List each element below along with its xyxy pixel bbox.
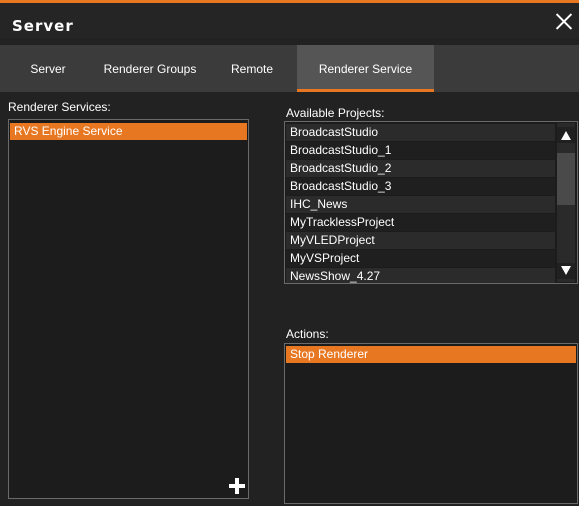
list-item[interactable]: BroadcastStudio_2 xyxy=(286,160,555,177)
tab-label: Renderer Groups xyxy=(103,62,197,76)
window-title: Server xyxy=(12,17,74,35)
scrollbar-thumb[interactable] xyxy=(557,153,575,205)
list-item[interactable]: IHC_News xyxy=(286,196,555,213)
available-projects-list[interactable]: BroadcastStudio BroadcastStudio_1 Broadc… xyxy=(284,121,578,284)
tab-label: Server xyxy=(30,62,66,76)
list-item[interactable]: BroadcastStudio_1 xyxy=(286,142,555,159)
available-projects-label: Available Projects: xyxy=(286,106,385,120)
triangle-down-icon[interactable] xyxy=(557,263,575,279)
renderer-services-label: Renderer Services: xyxy=(8,100,111,114)
list-item[interactable]: BroadcastStudio xyxy=(286,124,555,141)
list-item[interactable]: MyVSProject xyxy=(286,250,555,267)
list-item[interactable]: NewsShow_4.27 xyxy=(286,268,555,283)
projects-scrollbar[interactable] xyxy=(557,123,575,282)
close-icon[interactable] xyxy=(554,11,574,31)
list-item[interactable]: MyVLEDProject xyxy=(286,232,555,249)
list-item[interactable]: MyTracklessProject xyxy=(286,214,555,231)
actions-list[interactable]: Stop Renderer xyxy=(284,343,578,504)
triangle-up-icon[interactable] xyxy=(557,127,575,143)
list-item[interactable]: Stop Renderer xyxy=(286,346,576,363)
list-item[interactable]: RVS Engine Service xyxy=(10,123,247,140)
tab-bar: Server Renderer Groups Remote Renderer S… xyxy=(0,45,579,92)
tab-label: Renderer Service xyxy=(318,62,413,76)
tab-label: Remote xyxy=(230,62,274,76)
tab-remote[interactable]: Remote xyxy=(222,45,282,92)
tab-server[interactable]: Server xyxy=(14,45,82,92)
tab-renderer-groups[interactable]: Renderer Groups xyxy=(90,45,210,92)
list-item[interactable]: BroadcastStudio_3 xyxy=(286,178,555,195)
title-bar: Server xyxy=(0,3,579,38)
tab-renderer-service[interactable]: Renderer Service xyxy=(297,45,434,92)
renderer-services-list[interactable]: RVS Engine Service xyxy=(8,119,249,499)
actions-label: Actions: xyxy=(286,327,329,341)
plus-icon[interactable] xyxy=(228,477,246,495)
active-tab-indicator xyxy=(297,89,434,92)
